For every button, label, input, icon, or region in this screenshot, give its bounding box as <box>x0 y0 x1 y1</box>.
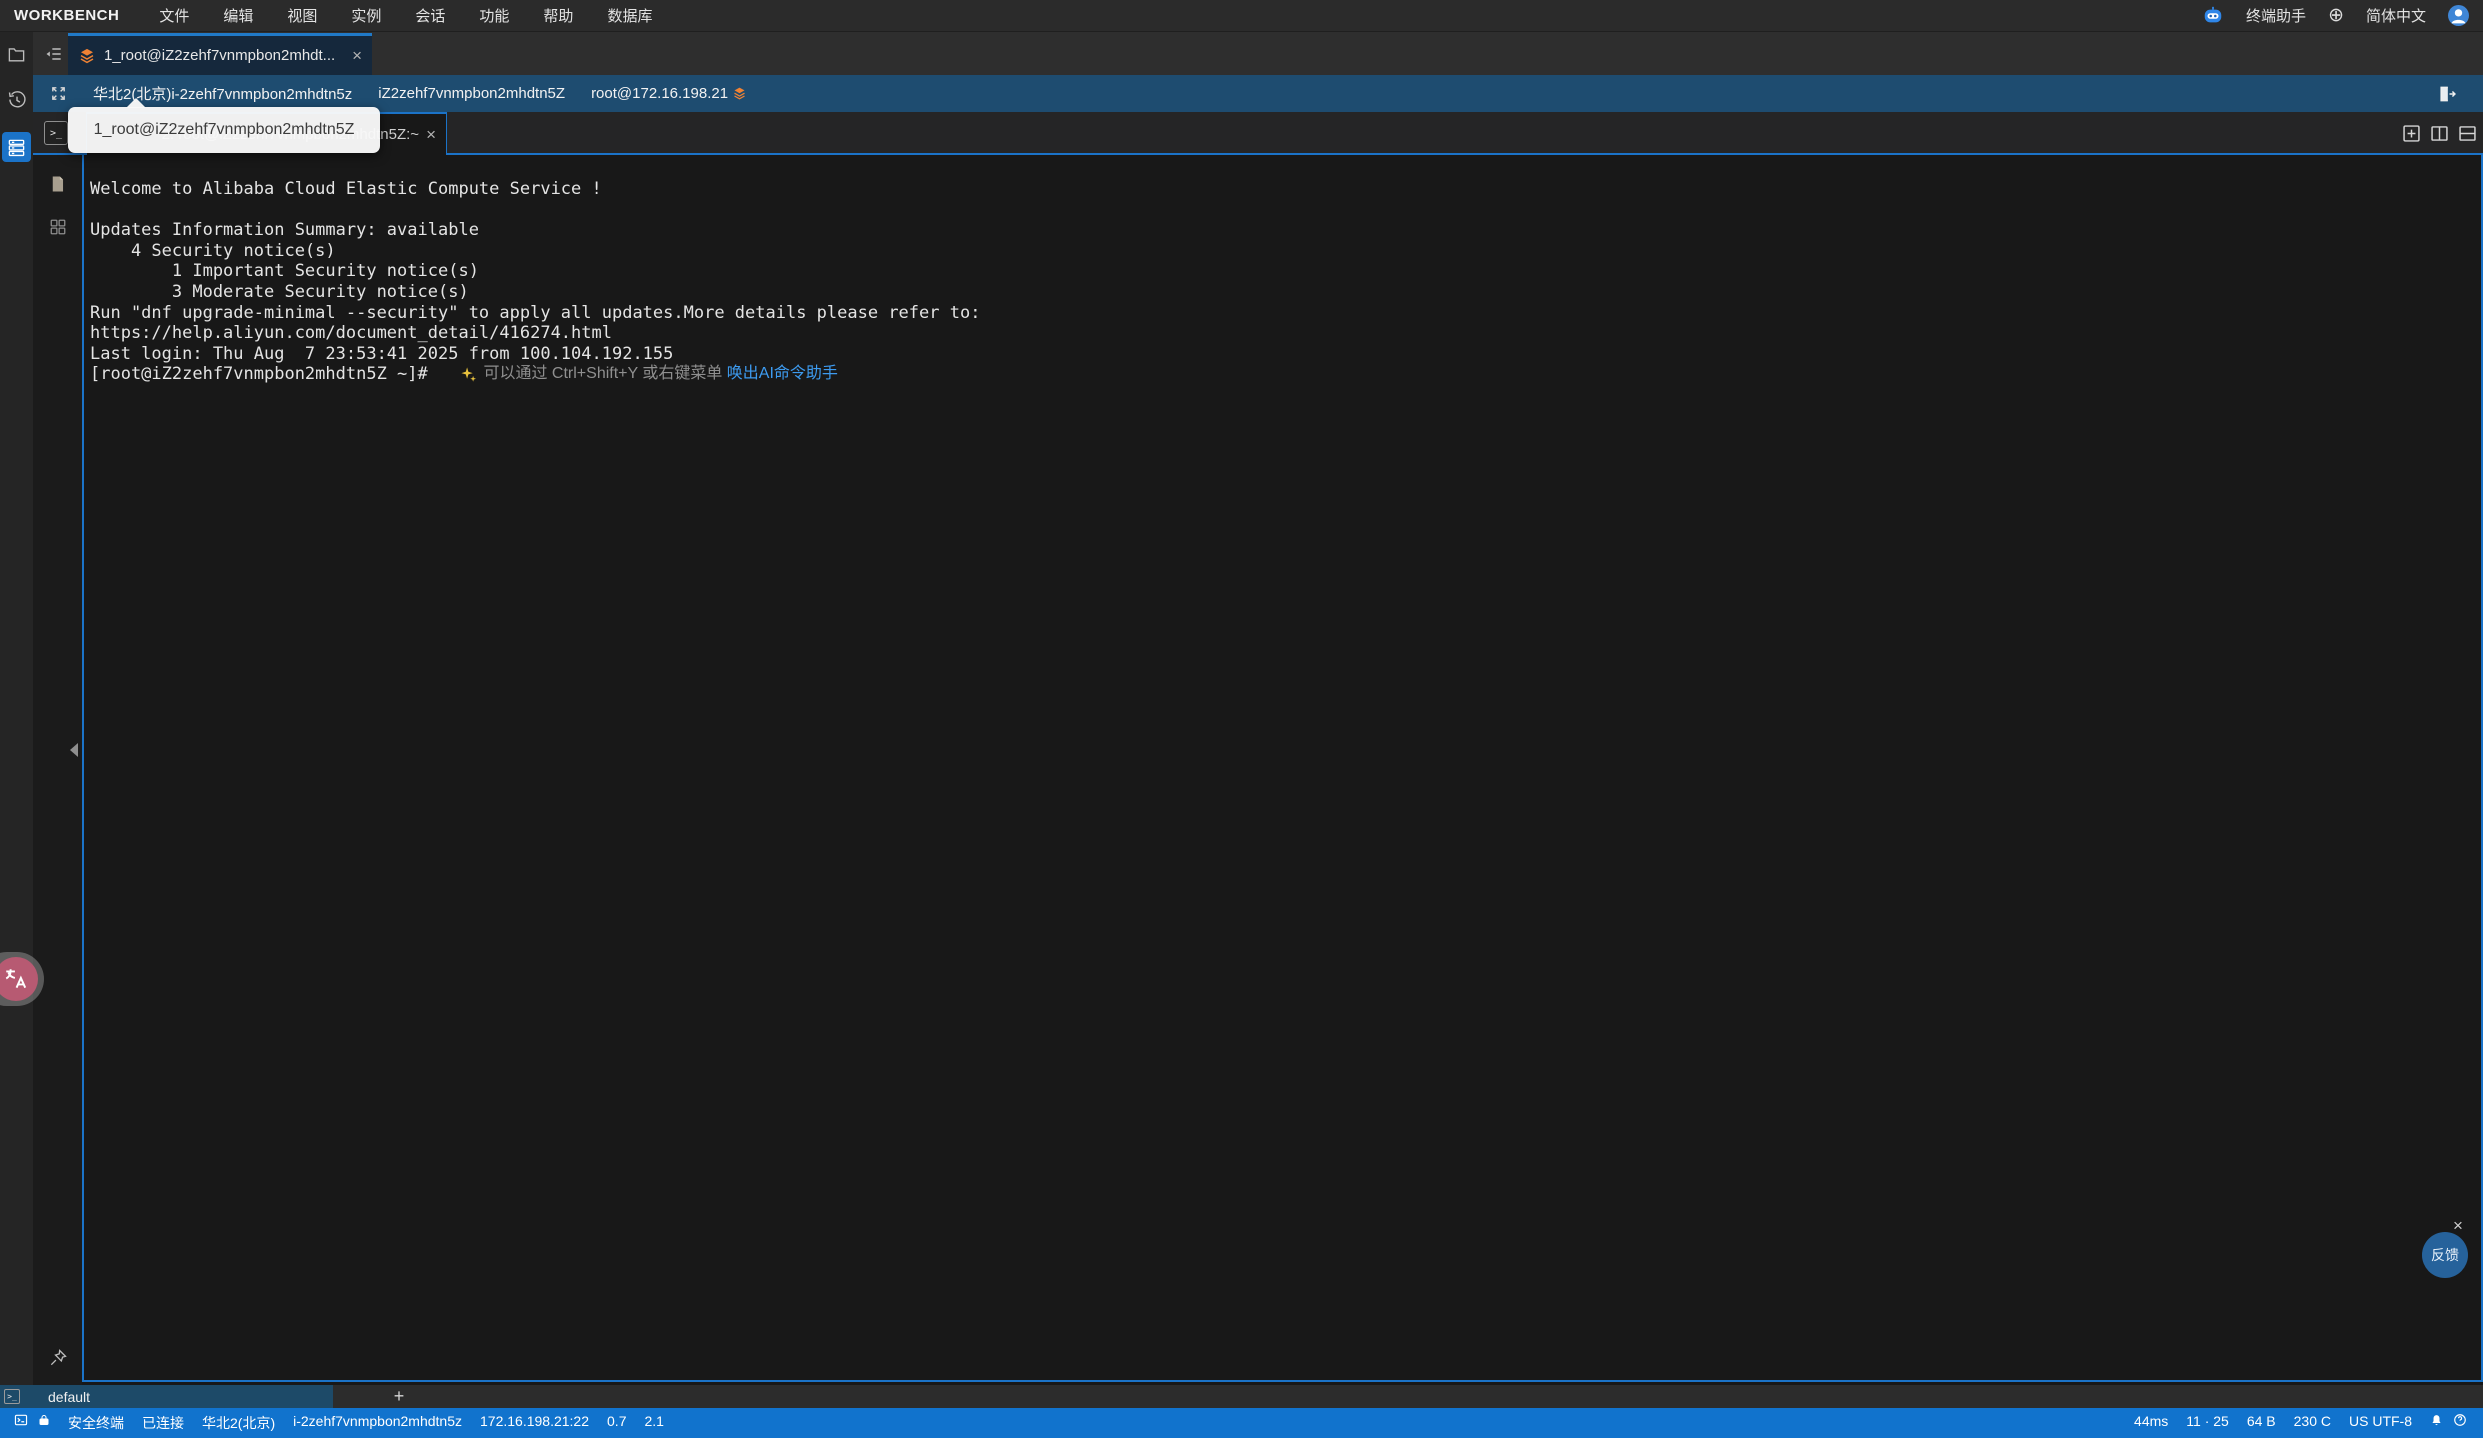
status-item[interactable]: US UTF-8 <box>2349 1413 2412 1429</box>
help-icon[interactable] <box>2453 1413 2467 1427</box>
terminal-assistant-icon[interactable] <box>2202 5 2224 27</box>
new-terminal-icon[interactable] <box>2400 122 2422 144</box>
language-switcher[interactable]: 简体中文 <box>2366 5 2426 26</box>
shell-prompt: [root@iZ2zehf7vnmpbon2mhdtn5Z ~]# <box>90 364 458 385</box>
bell-icon[interactable] <box>2430 1413 2443 1427</box>
status-item[interactable]: 172.16.198.21:22 <box>480 1413 589 1433</box>
status-bar: 安全终端已连接华北2(北京) i-2zehf7vnmpbon2mhdtn5z 172… <box>0 1408 2483 1438</box>
status-left-icons <box>14 1413 50 1427</box>
collapse-panel-icon[interactable] <box>66 735 82 765</box>
status-item[interactable]: 64 B <box>2247 1413 2276 1429</box>
tab-label: 1_root@iZ2zehf7vnmpbon2mhdt... <box>104 47 344 64</box>
terminal-line: 3 Moderate Security notice(s) <box>90 282 2473 303</box>
status-item[interactable]: i-2zehf7vnmpbon2mhdtn5z <box>293 1413 462 1433</box>
tab-tooltip: 1_root@iZ2zehf7vnmpbon2mhdtn5Z <box>68 107 380 153</box>
files-icon[interactable] <box>0 45 33 64</box>
activity-bar <box>0 32 33 1385</box>
terminal[interactable]: Welcome to Alibaba Cloud Elastic Compute… <box>82 155 2483 1382</box>
pane-actions <box>2400 122 2478 144</box>
menu-item[interactable]: 实例 <box>351 5 381 26</box>
file-transfer-icon[interactable] <box>33 173 82 195</box>
hostname-label: iZ2zehf7vnmpbon2mhdtn5Z <box>378 85 565 102</box>
menu-item[interactable]: 帮助 <box>543 5 573 26</box>
terminal-sessions-icon[interactable]: >_ <box>44 121 68 145</box>
fullscreen-icon[interactable] <box>50 85 67 102</box>
instances-icon[interactable] <box>2 132 31 162</box>
terminal-tab-close-icon[interactable]: × <box>426 126 436 143</box>
terminal-line: Run "dnf upgrade-minimal --security" to … <box>90 303 2473 324</box>
tab-close-icon[interactable]: × <box>352 47 362 64</box>
app-brand: WORKBENCH <box>14 7 119 24</box>
tab-session-1[interactable]: 1_root@iZ2zehf7vnmpbon2mhdt... × <box>68 33 372 75</box>
terminal-line: Updates Information Summary: available <box>90 220 2473 241</box>
status-item[interactable]: 0.7 <box>607 1413 626 1433</box>
terminal-line: https://help.aliyun.com/document_detail/… <box>90 323 2473 344</box>
apps-grid-icon[interactable] <box>33 218 82 236</box>
translate-icon <box>0 957 38 1001</box>
tab-list-icon[interactable] <box>41 41 67 67</box>
status-item[interactable]: 华北2(北京) <box>202 1413 275 1433</box>
terminal-line: Last login: Thu Aug 7 23:53:41 2025 from… <box>90 344 2473 365</box>
menu-item[interactable]: 文件 <box>159 5 189 26</box>
terminal-prompt-line: [root@iZ2zehf7vnmpbon2mhdtn5Z ~]# 可以通过 C… <box>90 364 2473 385</box>
editor-tab-bar: 1_root@iZ2zehf7vnmpbon2mhdt... × <box>33 32 2483 75</box>
status-item[interactable]: 已连接 <box>142 1413 184 1433</box>
secondary-sidebar <box>33 155 82 1385</box>
terminal-line: 4 Security notice(s) <box>90 241 2473 262</box>
terminal-assistant-label[interactable]: 终端助手 <box>2246 5 2306 26</box>
sparkle-icon <box>460 366 477 383</box>
terminal-line <box>90 200 2473 221</box>
globe-plus-icon[interactable]: ⊕ <box>2328 6 2344 25</box>
status-item[interactable]: 2.1 <box>644 1413 663 1433</box>
feedback-label: 反馈 <box>2431 1245 2459 1265</box>
tooltip-arrow <box>126 98 146 108</box>
status-left-items: 安全终端已连接华北2(北京) i-2zehf7vnmpbon2mhdtn5z 172… <box>68 1413 664 1433</box>
ecs-instance-icon <box>78 47 96 65</box>
terminal-mini-icon <box>14 1413 28 1427</box>
menu-item[interactable]: 编辑 <box>223 5 253 26</box>
menu-right: 终端助手 ⊕ 简体中文 <box>2202 5 2469 27</box>
session-bar: 华北2(北京)i-2zehf7vnmpbon2mhdtn5z iZ2zehf7v… <box>33 75 2483 112</box>
status-item[interactable]: 230 C <box>2294 1413 2331 1429</box>
menu-item[interactable]: 数据库 <box>607 5 652 26</box>
history-icon[interactable] <box>0 90 33 110</box>
ecs-instance-icon <box>732 86 747 101</box>
disconnect-icon[interactable] <box>2437 84 2457 104</box>
lock-icon <box>38 1413 50 1427</box>
feedback-close-icon[interactable]: × <box>2453 1216 2463 1236</box>
menu-item[interactable]: 视图 <box>287 5 317 26</box>
ai-hint-text: 可以通过 Ctrl+Shift+Y 或右键菜单 <box>483 364 726 385</box>
status-right-icons <box>2430 1413 2467 1427</box>
add-terminal-icon[interactable]: + <box>388 1385 410 1408</box>
ai-assistant-link[interactable]: 唤出AI命令助手 <box>727 364 838 385</box>
feedback-button[interactable]: 反馈 <box>2422 1232 2468 1278</box>
status-right-items: 44ms 11 · 25 64 B 230 C US UTF-8 <box>2134 1413 2412 1429</box>
status-item[interactable]: 11 · 25 <box>2186 1413 2229 1429</box>
user-host-label: root@172.16.198.21 <box>591 85 728 102</box>
user-avatar[interactable] <box>2448 5 2469 26</box>
split-vertical-icon[interactable] <box>2428 122 2450 144</box>
terminal-line: Welcome to Alibaba Cloud Elastic Compute… <box>90 179 2473 200</box>
menu-bar: WORKBENCH 文件 编辑 视图 实例 会话 功能 帮助 数据库 终端助手 ⊕ 简体中文 <box>0 0 2483 32</box>
status-item[interactable]: 44ms <box>2134 1413 2168 1429</box>
terminal-line: 1 Important Security notice(s) <box>90 261 2473 282</box>
terminal-tab-bar: >_ 2. root@iZ2zehf7vnmpbon2mhdtn5Z:~ × <box>33 112 2483 155</box>
main-menu: 文件 编辑 视图 实例 会话 功能 帮助 数据库 <box>159 5 652 26</box>
terminal-box-icon: >_ <box>4 1389 20 1404</box>
menu-item[interactable]: 会话 <box>415 5 445 26</box>
tooltip-text: 1_root@iZ2zehf7vnmpbon2mhdtn5Z <box>94 121 355 139</box>
bottom-tab-bar: >_ default + <box>0 1385 2483 1408</box>
pin-icon[interactable] <box>33 1348 82 1368</box>
default-tab-label: default <box>48 1389 90 1405</box>
split-horizontal-icon[interactable] <box>2456 122 2478 144</box>
status-item[interactable]: 安全终端 <box>68 1413 124 1433</box>
menu-item[interactable]: 功能 <box>479 5 509 26</box>
tab-default-terminal[interactable]: >_ default <box>0 1385 333 1408</box>
user-host: root@172.16.198.21 <box>591 85 747 102</box>
